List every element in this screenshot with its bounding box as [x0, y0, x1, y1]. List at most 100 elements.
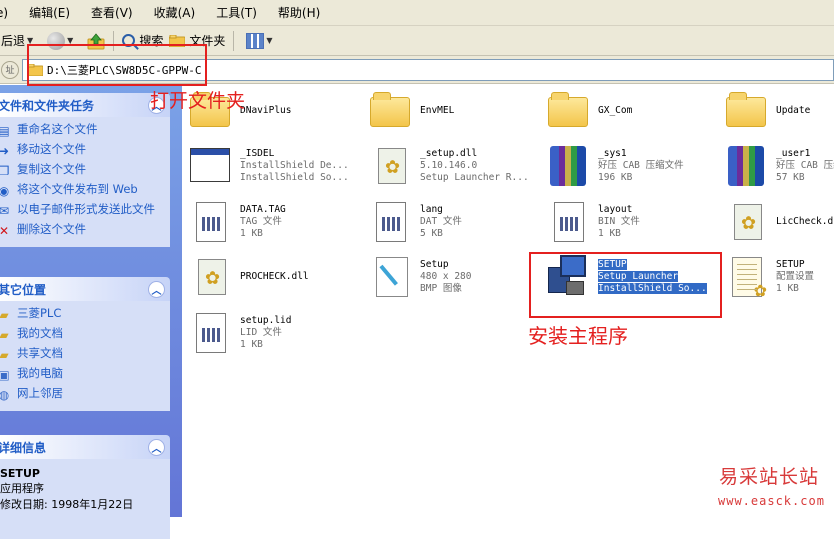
archive-icon [722, 142, 770, 190]
file-item-data-tag[interactable]: DATA.TAG TAG 文件 1 KB [186, 196, 361, 248]
watermark-site-name: 易采站长站 [719, 466, 820, 488]
file-name: LicCheck.d [776, 216, 834, 227]
file-item-gx-com[interactable]: GX_Com [544, 85, 719, 137]
file-name: setup.lid [240, 315, 292, 326]
file-type: BMP 图像 [420, 283, 462, 294]
network-icon: ◍ [0, 388, 10, 402]
publish-web-icon: ◉ [0, 184, 10, 198]
rename-icon: ▤ [0, 124, 10, 138]
file-size: 196 KB [598, 172, 633, 183]
back-label: 后退 [1, 34, 26, 48]
dll-gear-icon [722, 198, 770, 246]
file-item-setup-ini[interactable]: SETUP 配置设置 1 KB [722, 251, 834, 303]
menu-tools[interactable]: 工具(T) [206, 4, 268, 21]
views-dropdown-icon[interactable]: ▼ [266, 36, 272, 45]
file-tasks-header[interactable]: 文件和文件夹任务 ︿ [0, 93, 170, 117]
file-name: DATA.TAG [240, 204, 286, 215]
details-panel: 详细信息 ︿ SETUP 应用程序 修改日期: 1998年1月22日 [0, 435, 170, 539]
file-type: 好压 CAB 压缩 [776, 160, 834, 171]
other-places-panel: 其它位置 ︿ ▰ 三菱PLC ▰ 我的文档 ▰ 共享文档 ▣ 我的电脑 ◍ 网上… [0, 277, 170, 411]
details-header[interactable]: 详细信息 ︿ [0, 435, 170, 459]
views-button[interactable]: ▼ [239, 29, 275, 53]
file-item-procheck[interactable]: PROCHECK.dll [186, 251, 361, 303]
place-label: 共享文档 [17, 346, 63, 360]
chevron-up-icon[interactable]: ︿ [148, 438, 165, 456]
file-type: 配置设置 [776, 271, 815, 282]
watermark-url: www.easck.com [718, 494, 825, 508]
file-name: EnvMEL [420, 105, 455, 116]
task-delete-label: 删除这个文件 [17, 222, 86, 236]
file-size: 1 KB [240, 339, 263, 350]
views-icon [246, 32, 265, 49]
place-my-documents[interactable]: ▰ 我的文档 [0, 325, 170, 345]
file-name: _setup.dll [420, 148, 478, 159]
file-name: SETUP [776, 259, 805, 270]
file-name: GX_Com [598, 105, 633, 116]
menu-edit[interactable]: 编辑(E) [19, 4, 81, 21]
file-description: InstallShield De... [240, 160, 349, 171]
chevron-up-icon[interactable]: ︿ [148, 280, 165, 298]
task-copy-label: 复制这个文件 [17, 162, 86, 176]
other-places-header[interactable]: 其它位置 ︿ [0, 277, 170, 301]
task-move-label: 移动这个文件 [17, 142, 86, 156]
email-icon: ✉ [0, 204, 10, 218]
dll-gear-icon [186, 253, 234, 301]
place-label: 我的电脑 [17, 366, 63, 380]
file-dimensions: 480 x 280 [420, 271, 472, 282]
place-label: 网上邻居 [17, 386, 63, 400]
menu-file[interactable]: e) [0, 6, 19, 20]
other-places-body: ▰ 三菱PLC ▰ 我的文档 ▰ 共享文档 ▣ 我的电脑 ◍ 网上邻居 [0, 301, 170, 411]
file-type: BIN 文件 [598, 216, 640, 227]
file-size: 5 KB [420, 228, 443, 239]
file-item-layout[interactable]: layout BIN 文件 1 KB [544, 196, 719, 248]
delete-icon: ✕ [0, 224, 10, 238]
task-move[interactable]: ➜ 移动这个文件 [0, 141, 170, 161]
file-tasks-panel: 文件和文件夹任务 ︿ ▤ 重命名这个文件 ➜ 移动这个文件 ❐ 复制这个文件 ◉… [0, 93, 170, 247]
annotation-open-folder: 打开文件夹 [150, 90, 246, 112]
task-email[interactable]: ✉ 以电子邮件形式发送此文件 [0, 201, 170, 221]
task-copy[interactable]: ❐ 复制这个文件 [0, 161, 170, 181]
document-icon [544, 198, 592, 246]
file-item-liccheck[interactable]: LicCheck.d [722, 196, 834, 248]
place-mitsubishi-plc[interactable]: ▰ 三菱PLC [0, 305, 170, 325]
file-item-update[interactable]: Update [722, 85, 834, 137]
folder-icon [366, 87, 414, 135]
file-item-setup-bmp[interactable]: Setup 480 x 280 BMP 图像 [366, 251, 541, 303]
file-item-envmel[interactable]: EnvMEL [366, 85, 541, 137]
task-publish-web-label: 将这个文件发布到 Web [17, 182, 138, 196]
task-email-label: 以电子邮件形式发送此文件 [17, 202, 155, 216]
task-delete[interactable]: ✕ 删除这个文件 [0, 221, 170, 241]
file-name: Update [776, 105, 811, 116]
window-icon [186, 142, 234, 190]
address-label: 址 [1, 60, 19, 79]
file-item-lang[interactable]: lang DAT 文件 5 KB [366, 196, 541, 248]
menu-help[interactable]: 帮助(H) [268, 4, 331, 21]
folder-icon [544, 87, 592, 135]
place-my-computer[interactable]: ▣ 我的电脑 [0, 365, 170, 385]
copy-icon: ❐ [0, 164, 10, 178]
file-item-user1[interactable]: _user1 好压 CAB 压缩 57 KB [722, 140, 834, 192]
place-network[interactable]: ◍ 网上邻居 [0, 385, 170, 405]
file-name: lang [420, 204, 443, 215]
task-publish-web[interactable]: ◉ 将这个文件发布到 Web [0, 181, 170, 201]
menu-view[interactable]: 查看(V) [81, 4, 144, 21]
file-size: 1 KB [240, 228, 263, 239]
file-name: _sys1 [598, 148, 627, 159]
file-item-sys1[interactable]: _sys1 好压 CAB 压缩文件 196 KB [544, 140, 719, 192]
my-documents-icon: ▰ [0, 328, 9, 342]
file-name: Setup [420, 259, 449, 270]
menu-favorites[interactable]: 收藏(A) [144, 4, 207, 21]
move-icon: ➜ [0, 144, 10, 158]
file-item-isdel[interactable]: _ISDEL InstallShield De... InstallShield… [186, 140, 361, 192]
archive-icon [544, 142, 592, 190]
file-item-setup-lid[interactable]: setup.lid LID 文件 1 KB [186, 307, 361, 359]
file-item-setup-dll[interactable]: _setup.dll 5.10.146.0 Setup Launcher R..… [366, 140, 541, 192]
task-rename[interactable]: ▤ 重命名这个文件 [0, 121, 170, 141]
task-pane: 文件和文件夹任务 ︿ ▤ 重命名这个文件 ➜ 移动这个文件 ❐ 复制这个文件 ◉… [0, 85, 182, 539]
details-file-name: SETUP [0, 467, 40, 480]
place-shared-documents[interactable]: ▰ 共享文档 [0, 345, 170, 365]
file-size: 1 KB [598, 228, 621, 239]
bitmap-icon [366, 253, 414, 301]
folder-icon [722, 87, 770, 135]
annotation-setup-box [529, 252, 722, 318]
